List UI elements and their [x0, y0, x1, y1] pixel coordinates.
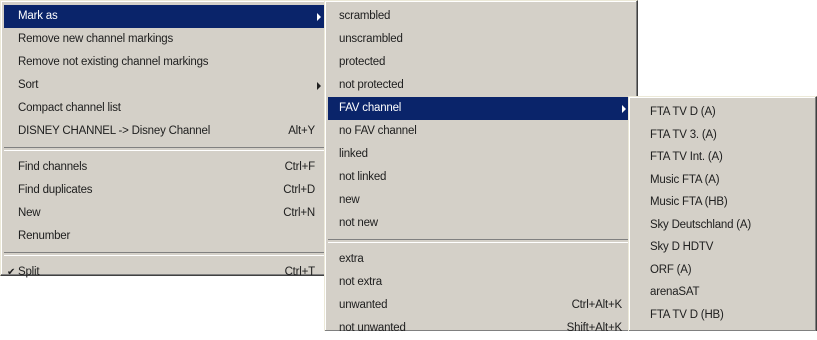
- menu-item-fav-list[interactable]: FTA TV D (HB): [632, 304, 813, 327]
- submenu-arrow-icon: [317, 13, 321, 21]
- menu-item-label: Remove new channel markings: [18, 33, 174, 45]
- menu-item-find-channels[interactable]: Find channels Ctrl+F: [4, 156, 329, 179]
- menu-item-shortcut: Ctrl+D: [283, 184, 315, 196]
- menu-item-scrambled[interactable]: scrambled: [328, 5, 634, 28]
- menu-item-label: Remove not existing channel markings: [18, 56, 209, 68]
- menu-item-not-new[interactable]: not new: [328, 212, 634, 235]
- menu-item-label: ORF (A): [650, 263, 692, 276]
- menu-item-fav-list[interactable]: Music FTA (A): [632, 169, 813, 192]
- menu-item-extra[interactable]: extra: [328, 248, 634, 271]
- menu-item-remove-new-markings[interactable]: Remove new channel markings: [4, 28, 329, 51]
- menu-item-label: not protected: [339, 79, 404, 91]
- menu-item-label: arenaSAT: [650, 286, 700, 298]
- menu-item-label: FAV channel: [339, 102, 402, 114]
- menu-item-fav-list[interactable]: FTA TV D (A): [632, 101, 813, 124]
- menu-item-fav-list[interactable]: Sky D HDTV: [632, 236, 813, 259]
- menu-item-label: no FAV channel: [339, 125, 417, 137]
- menu-item-new[interactable]: New Ctrl+N: [4, 202, 329, 225]
- menu-item-label: not linked: [339, 171, 387, 183]
- menu-item-label: Find duplicates: [18, 184, 93, 196]
- menu-item-shortcut: Ctrl+T: [284, 266, 316, 278]
- menu-item-shortcut: Ctrl+N: [283, 207, 315, 219]
- menu-item-fav-list[interactable]: Sky Deutschland (A): [632, 214, 813, 237]
- menu-item-label: not unwanted: [339, 322, 406, 334]
- menu-item-unwanted[interactable]: unwanted Ctrl+Alt+K: [328, 294, 634, 317]
- menu-separator: [328, 239, 634, 243]
- menu-item-label: Sky Deutschland (A): [650, 218, 752, 231]
- menu-item-find-duplicates[interactable]: Find duplicates Ctrl+D: [4, 179, 329, 202]
- menu-item-label: unscrambled: [339, 33, 403, 45]
- menu-item-unscrambled[interactable]: unscrambled: [328, 28, 634, 51]
- menu-item-remove-not-existing-markings[interactable]: Remove not existing channel markings: [4, 51, 329, 74]
- menu-item-label: FTA TV D (A): [650, 106, 716, 118]
- menu-item-label: Music FTA (A): [650, 173, 720, 186]
- checkmark-icon: ✔: [7, 267, 16, 278]
- menu-item-rename-disney[interactable]: DISNEY CHANNEL -> Disney Channel Alt+Y: [4, 120, 329, 143]
- menu-item-label: Renumber: [18, 230, 71, 242]
- menu-item-label: new: [339, 194, 360, 206]
- menu-item-not-linked[interactable]: not linked: [328, 166, 634, 189]
- menu-item-fav-list[interactable]: Music FTA (HB): [632, 191, 813, 214]
- menu-item-shortcut: Alt+Y: [288, 125, 315, 137]
- submenu-fav-channel: FTA TV D (A) FTA TV 3. (A) FTA TV Int. (…: [628, 96, 817, 331]
- menu-item-not-unwanted[interactable]: not unwanted Shift+Alt+K: [328, 317, 634, 340]
- submenu-arrow-icon: [317, 82, 321, 90]
- menu-item-label: DISNEY CHANNEL -> Disney Channel: [18, 125, 211, 137]
- menu-separator: [4, 252, 329, 256]
- menu-item-label: Mark as: [18, 10, 58, 22]
- menu-item-label: Sort: [18, 79, 39, 91]
- menu-item-label: protected: [339, 56, 386, 68]
- menu-item-label: unwanted: [339, 299, 388, 311]
- menu-item-label: FTA TV 3. (A): [650, 128, 717, 141]
- menu-item-label: Find channels: [18, 161, 87, 173]
- menu-item-label: not extra: [339, 276, 382, 288]
- menu-item-compact-channel-list[interactable]: Compact channel list: [4, 97, 329, 120]
- menu-item-not-extra[interactable]: not extra: [328, 271, 634, 294]
- menu-item-label: not new: [339, 217, 378, 229]
- menu-item-protected[interactable]: protected: [328, 51, 634, 74]
- menu-item-no-fav-channel[interactable]: no FAV channel: [328, 120, 634, 143]
- menu-item-label: FTA TV Int. (A): [650, 151, 723, 163]
- menu-separator: [4, 147, 329, 151]
- menu-item-fav-list[interactable]: arenaSAT: [632, 281, 813, 304]
- menu-item-not-protected[interactable]: not protected: [328, 74, 634, 97]
- submenu-mark-as: scrambled unscrambled protected not prot…: [324, 0, 638, 334]
- menu-item-label: Music FTA (HB): [650, 196, 728, 208]
- menu-item-renumber[interactable]: Renumber: [4, 225, 329, 248]
- context-menu-main: Mark as Remove new channel markings Remo…: [0, 0, 333, 278]
- menu-item-mark-as[interactable]: Mark as: [4, 5, 329, 28]
- menu-item-new[interactable]: new: [328, 189, 634, 212]
- menu-item-fav-list[interactable]: ORF (A): [632, 259, 813, 282]
- menu-item-sort[interactable]: Sort: [4, 74, 329, 97]
- menu-item-label: Sky D HDTV: [650, 241, 714, 253]
- menu-item-fav-list[interactable]: FTA TV Int. (A): [632, 146, 813, 169]
- menu-item-label: scrambled: [339, 10, 391, 22]
- menu-item-split[interactable]: ✔ Split Ctrl+T: [4, 261, 329, 284]
- menu-item-label: Split: [18, 266, 40, 278]
- menu-item-fav-channel[interactable]: FAV channel: [328, 97, 634, 120]
- menu-item-label: FTA TV D (HB): [650, 308, 724, 321]
- submenu-arrow-icon: [622, 105, 626, 113]
- menu-item-shortcut: Ctrl+Alt+K: [571, 299, 623, 311]
- menu-item-shortcut: Ctrl+F: [284, 161, 316, 173]
- menu-item-fav-list[interactable]: FTA TV 3. (A): [632, 124, 813, 147]
- menu-item-linked[interactable]: linked: [328, 143, 634, 166]
- menu-item-label: linked: [339, 148, 368, 160]
- menu-item-label: New: [18, 207, 41, 219]
- menu-item-label: Compact channel list: [18, 102, 121, 114]
- menu-item-shortcut: Shift+Alt+K: [566, 322, 623, 334]
- menu-item-label: extra: [339, 253, 364, 265]
